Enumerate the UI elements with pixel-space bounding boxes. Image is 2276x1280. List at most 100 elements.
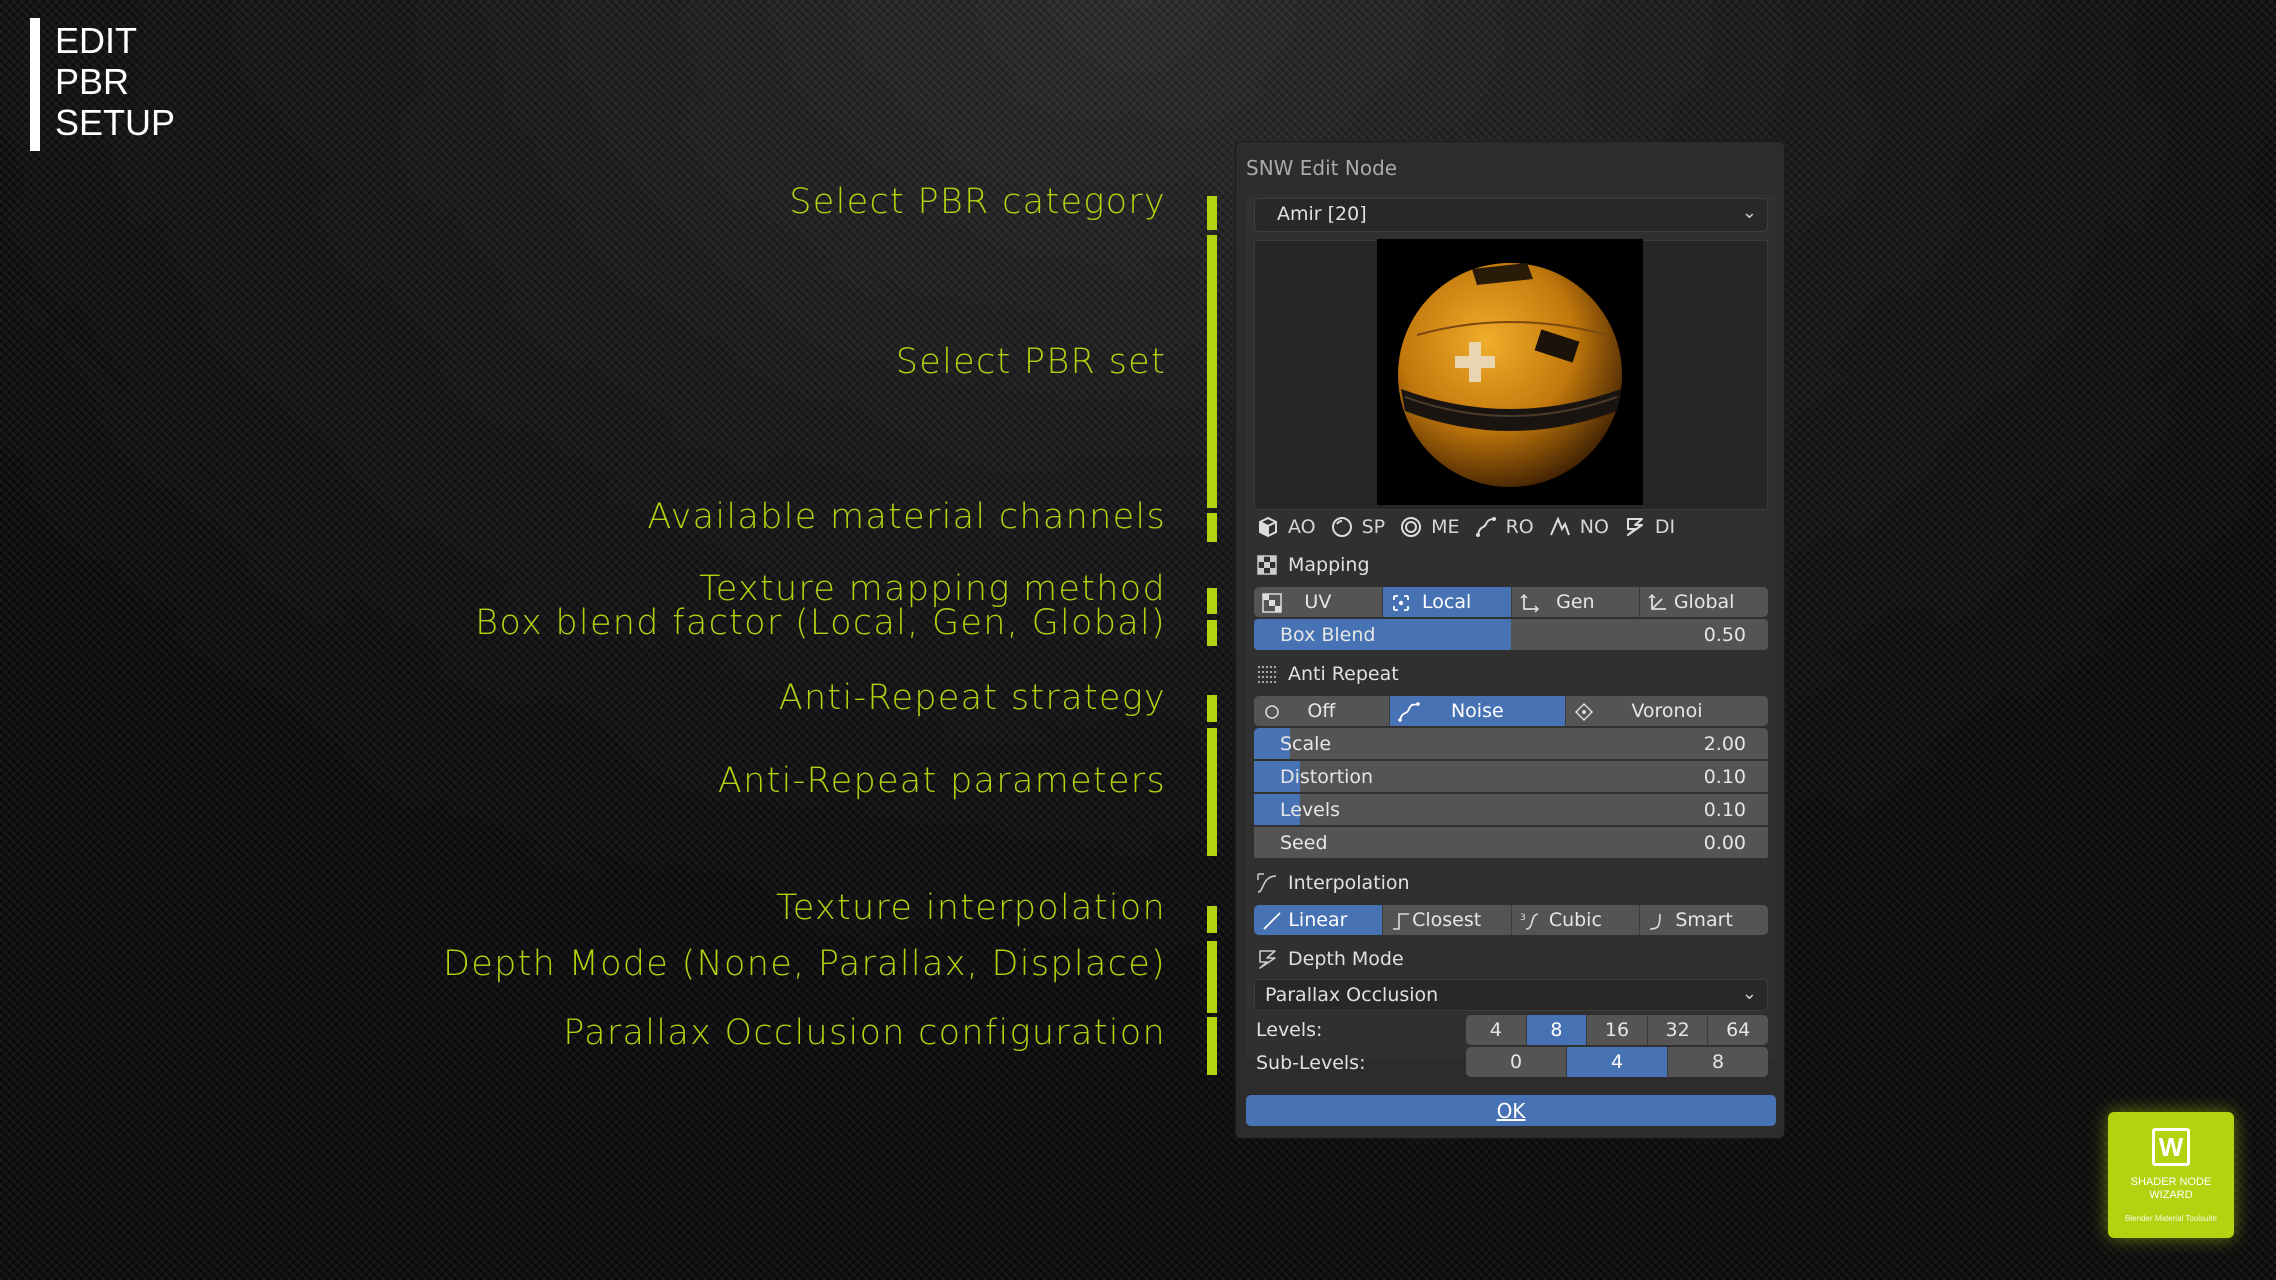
- logo-line: SHADER NODE: [2130, 1176, 2212, 1188]
- annotation-depth-mode: Depth Mode (None, Parallax, Displace): [443, 944, 1166, 984]
- interpolation-selector: Linear Closest 3 Cubic Smart: [1254, 905, 1768, 935]
- channel-no[interactable]: NO: [1548, 515, 1609, 539]
- marker-bar: [1207, 588, 1217, 614]
- interpolation-curve-icon: [1257, 873, 1277, 893]
- step-icon: [1392, 913, 1409, 930]
- channel-ao[interactable]: AO: [1256, 515, 1316, 539]
- scale-slider[interactable]: Scale 2.00: [1254, 728, 1768, 759]
- channel-sp[interactable]: SP: [1330, 515, 1386, 539]
- channel-label: ME: [1431, 516, 1460, 538]
- levels-option[interactable]: 8: [1526, 1015, 1588, 1045]
- title-line: PBR: [55, 61, 130, 102]
- slider-label: Distortion: [1280, 766, 1374, 788]
- option-label: UV: [1304, 591, 1332, 613]
- option-label: Voronoi: [1631, 700, 1703, 722]
- channel-me[interactable]: ME: [1399, 515, 1460, 539]
- depth-mode-label: Depth Mode: [1288, 948, 1404, 970]
- metallic-sphere-icon: [1401, 517, 1422, 537]
- slider-label: Seed: [1280, 832, 1328, 854]
- page-title: EDIT PBR SETUP: [55, 20, 175, 143]
- anti-repeat-header: Anti Repeat: [1256, 663, 1399, 685]
- mapping-option-gen[interactable]: Gen: [1512, 587, 1641, 617]
- interpolation-option-closest[interactable]: Closest: [1383, 905, 1512, 935]
- slider-value: 0.00: [1703, 832, 1746, 854]
- levels-option[interactable]: 32: [1648, 1015, 1709, 1045]
- slider-label: Box Blend: [1280, 624, 1376, 646]
- material-channels: AO SP ME RO NO DI: [1256, 512, 1766, 542]
- depth-mode-value: Parallax Occlusion: [1265, 984, 1439, 1006]
- dialog-title: SNW Edit Node: [1246, 156, 1398, 180]
- annotation-anti-repeat-strategy: Anti-Repeat strategy: [778, 678, 1166, 718]
- channel-ro[interactable]: RO: [1474, 515, 1534, 539]
- pbr-category-dropdown[interactable]: Amir [20] ⌄: [1254, 198, 1768, 232]
- title-accent-bar: [30, 18, 40, 151]
- local-axes-icon: [1392, 595, 1409, 611]
- marker-bar: [1207, 620, 1217, 646]
- seed-slider[interactable]: Seed 0.00: [1254, 827, 1768, 858]
- option-label: Linear: [1288, 909, 1348, 931]
- sublevels-option[interactable]: 8: [1668, 1047, 1768, 1077]
- slider-label: Scale: [1280, 733, 1332, 755]
- sublevels-option[interactable]: 4: [1567, 1047, 1668, 1077]
- displacement-icon: [1259, 950, 1276, 969]
- slider-value: 0.50: [1703, 624, 1746, 646]
- radio-circle-icon: [1265, 705, 1279, 719]
- smart-curve-icon: [1650, 913, 1662, 930]
- annotation-channels: Available material channels: [647, 497, 1166, 537]
- channel-label: RO: [1505, 516, 1534, 538]
- levels-option[interactable]: 16: [1587, 1015, 1648, 1045]
- option-label: Local: [1422, 591, 1472, 613]
- shader-node-wizard-logo: W SHADER NODE WIZARD Blender Material To…: [2108, 1112, 2234, 1238]
- depth-mode-header: Depth Mode: [1256, 948, 1404, 970]
- slider-value: 2.00: [1703, 733, 1746, 755]
- option-label: Cubic: [1548, 909, 1602, 931]
- uv-checker-icon: [1262, 593, 1282, 613]
- channel-label: AO: [1288, 516, 1316, 538]
- pbr-category-value: Amir [20]: [1277, 203, 1367, 225]
- interpolation-option-smart[interactable]: Smart: [1640, 905, 1768, 935]
- pbr-preview-image[interactable]: [1377, 239, 1643, 505]
- sublevels-option[interactable]: 0: [1466, 1047, 1567, 1077]
- cube-icon: [1259, 516, 1277, 538]
- distortion-slider[interactable]: Distortion 0.10: [1254, 761, 1768, 792]
- anti-repeat-option-off[interactable]: Off: [1254, 696, 1390, 726]
- annotation-anti-repeat-params: Anti-Repeat parameters: [717, 761, 1166, 801]
- box-blend-slider[interactable]: Box Blend 0.50: [1254, 619, 1768, 650]
- depth-mode-dropdown[interactable]: Parallax Occlusion ⌄: [1254, 979, 1768, 1011]
- linear-icon: [1263, 912, 1281, 930]
- channel-label: SP: [1361, 516, 1386, 538]
- channel-di[interactable]: DI: [1623, 515, 1675, 539]
- marker-bar: [1207, 695, 1217, 722]
- levels-slider[interactable]: Levels 0.10: [1254, 794, 1768, 825]
- specular-sphere-icon: [1331, 517, 1352, 537]
- interpolation-option-cubic[interactable]: 3 Cubic: [1512, 905, 1641, 935]
- annotation-pbr-category: Select PBR category: [789, 182, 1166, 222]
- wizard-w-icon: W: [2152, 1128, 2190, 1166]
- logo-line: WIZARD: [2149, 1189, 2193, 1201]
- global-axes-icon: [1648, 593, 1667, 610]
- mapping-method-selector: UV Local Gen Global: [1254, 587, 1768, 617]
- mapping-option-uv[interactable]: UV: [1254, 587, 1383, 617]
- anti-repeat-option-noise[interactable]: Noise: [1389, 696, 1566, 726]
- interpolation-option-linear[interactable]: Linear: [1254, 905, 1383, 935]
- chevron-down-icon: ⌄: [1741, 202, 1757, 223]
- slider-label: Levels: [1280, 799, 1341, 821]
- marker-bar: [1207, 728, 1217, 856]
- slider-value: 0.10: [1703, 799, 1746, 821]
- voronoi-diamond-icon: [1574, 702, 1593, 722]
- cubic-icon: 3: [1520, 913, 1538, 930]
- material-sphere-icon: [1377, 239, 1643, 505]
- annotation-box-blend: Box blend factor (Local, Gen, Global): [475, 603, 1166, 643]
- displacement-icon: [1626, 518, 1643, 536]
- svg-text:3: 3: [1520, 913, 1526, 923]
- levels-option[interactable]: 4: [1466, 1015, 1527, 1045]
- levels-option[interactable]: 64: [1708, 1015, 1768, 1045]
- mapping-option-local[interactable]: Local: [1382, 587, 1512, 617]
- marker-bar: [1207, 235, 1217, 508]
- mapping-option-global[interactable]: Global: [1640, 587, 1768, 617]
- marker-bar: [1207, 906, 1217, 933]
- anti-repeat-option-voronoi[interactable]: Voronoi: [1566, 696, 1768, 726]
- mapping-label: Mapping: [1288, 554, 1370, 576]
- generated-axes-icon: [1519, 593, 1539, 613]
- ok-button[interactable]: OK: [1246, 1095, 1776, 1126]
